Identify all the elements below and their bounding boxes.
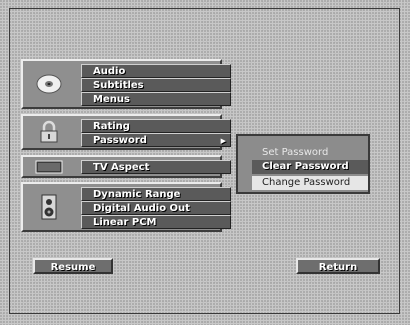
return-button[interactable]: Return xyxy=(296,258,380,274)
parental-settings-panel: Rating Password ▶ xyxy=(21,114,231,150)
triangle-right-icon: ▶ xyxy=(220,137,226,145)
menu-item-menus[interactable]: Menus xyxy=(81,92,231,106)
menu-item-tv-aspect[interactable]: TV Aspect xyxy=(81,160,231,174)
submenu-item-clear-password[interactable]: Clear Password xyxy=(252,160,368,174)
password-submenu: Set Password Clear Password Change Passw… xyxy=(236,134,370,194)
display-settings-panel: TV Aspect xyxy=(21,153,231,181)
disc-icon xyxy=(29,70,69,98)
resume-button[interactable]: Resume xyxy=(33,258,113,274)
menu-item-linear-pcm[interactable]: Linear PCM xyxy=(81,215,231,229)
submenu-item-change-password[interactable]: Change Password xyxy=(252,176,368,190)
lock-icon xyxy=(29,118,69,146)
tv-icon xyxy=(29,153,69,181)
submenu-item-set-password[interactable]: Set Password xyxy=(252,146,368,160)
menu-item-digital-audio-out[interactable]: Digital Audio Out xyxy=(81,201,231,215)
disc-settings-panel: Audio Subtitles Menus xyxy=(21,59,231,109)
audio-settings-panel: Dynamic Range Digital Audio Out Linear P… xyxy=(21,182,231,232)
speaker-icon xyxy=(29,193,69,221)
menu-item-subtitles[interactable]: Subtitles xyxy=(81,78,231,92)
menu-item-rating[interactable]: Rating xyxy=(81,119,231,133)
menu-item-password[interactable]: Password ▶ xyxy=(81,133,231,147)
menu-item-password-label: Password xyxy=(93,135,147,146)
menu-item-audio[interactable]: Audio xyxy=(81,64,231,78)
menu-item-dynamic-range[interactable]: Dynamic Range xyxy=(81,187,231,201)
